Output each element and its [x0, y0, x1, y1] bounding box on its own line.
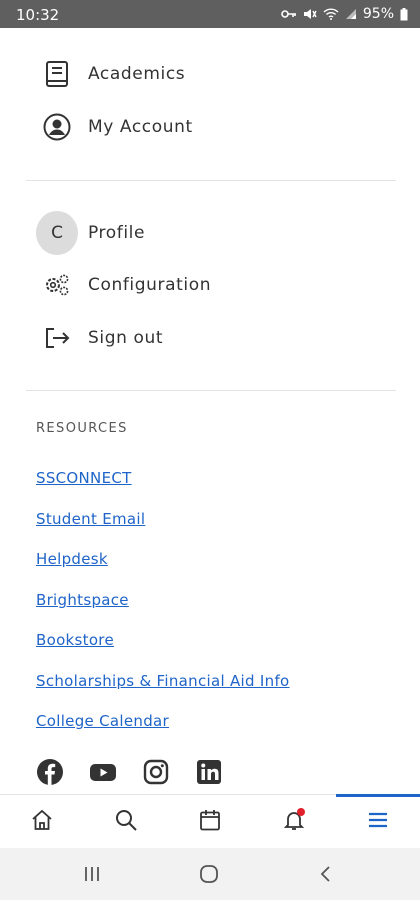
menu-item-profile[interactable]: C Profile	[0, 209, 420, 257]
wifi-icon	[323, 8, 339, 20]
battery-icon	[400, 7, 408, 20]
status-bar: 10:32 95%	[0, 0, 420, 28]
recents-icon[interactable]	[80, 862, 104, 886]
menu-item-academics[interactable]: Academics	[0, 50, 420, 98]
link-ssconnect[interactable]: SSCONNECT	[36, 469, 132, 487]
tab-home[interactable]	[0, 795, 84, 849]
account-circle-icon	[36, 106, 78, 148]
social-links	[36, 758, 223, 786]
book-icon	[36, 53, 78, 95]
menu-item-sign-out[interactable]: Sign out	[0, 314, 420, 362]
home-icon	[30, 808, 54, 836]
search-icon	[114, 808, 138, 836]
status-time: 10:32	[16, 6, 60, 24]
avatar-wrapper: C	[36, 211, 78, 255]
tab-menu[interactable]	[336, 794, 420, 849]
menu-item-label: Configuration	[88, 275, 212, 295]
instagram-icon[interactable]	[142, 758, 170, 786]
sign-out-icon	[36, 317, 78, 359]
link-bookstore[interactable]: Bookstore	[36, 631, 114, 649]
key-icon	[281, 10, 296, 18]
avatar: C	[36, 211, 78, 255]
menu-item-label: Profile	[88, 223, 146, 243]
menu-item-configuration[interactable]: Configuration	[0, 261, 420, 309]
facebook-icon[interactable]	[36, 758, 64, 786]
menu-item-label: Academics	[88, 64, 186, 84]
link-brightspace[interactable]: Brightspace	[36, 591, 129, 609]
link-college-calendar[interactable]: College Calendar	[36, 712, 169, 730]
link-student-email[interactable]: Student Email	[36, 510, 145, 528]
linkedin-icon[interactable]	[195, 758, 223, 786]
mute-icon	[303, 9, 317, 19]
tab-calendar[interactable]	[168, 795, 252, 849]
notification-dot	[297, 808, 305, 816]
youtube-icon[interactable]	[89, 758, 117, 786]
back-icon[interactable]	[314, 862, 338, 886]
calendar-icon	[198, 808, 222, 836]
status-icons: 95%	[281, 6, 408, 22]
tab-notifications[interactable]	[252, 795, 336, 849]
bottom-tab-bar	[0, 794, 420, 848]
link-scholarships[interactable]: Scholarships & Financial Aid Info	[36, 672, 290, 690]
system-nav-bar	[0, 848, 420, 900]
link-helpdesk[interactable]: Helpdesk	[36, 550, 108, 568]
home-circle-icon[interactable]	[197, 862, 221, 886]
resources-title: RESOURCES	[36, 421, 128, 436]
divider	[26, 180, 396, 181]
gears-icon	[36, 264, 78, 306]
menu-item-label: Sign out	[88, 328, 164, 348]
battery-percent: 95%	[362, 6, 394, 22]
divider	[26, 390, 396, 391]
signal-icon	[345, 9, 356, 19]
menu-icon	[366, 808, 390, 836]
menu-item-my-account[interactable]: My Account	[0, 103, 420, 151]
tab-search[interactable]	[84, 795, 168, 849]
menu-item-label: My Account	[88, 117, 193, 137]
